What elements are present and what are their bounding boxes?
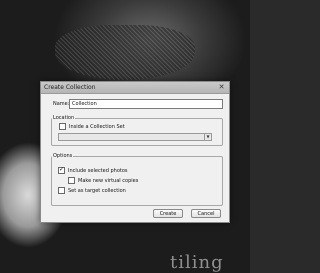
background-photo-beard [55,25,195,80]
chevron-down-icon[interactable]: ▼ [204,134,211,140]
inside-collection-set-label: Inside a Collection Set [69,123,125,130]
set-as-target-row[interactable]: Set as target collection [58,187,126,194]
inside-collection-set-row[interactable]: Inside a Collection Set [59,123,125,130]
dialog-titlebar[interactable]: Create Collection ✕ [41,82,229,94]
set-as-target-checkbox[interactable] [58,187,65,194]
collection-set-select[interactable]: ▼ [58,133,212,141]
make-virtual-copies-row[interactable]: Make new virtual copies [68,177,138,184]
dialog-title: Create Collection [44,84,96,91]
close-icon[interactable]: ✕ [217,83,226,91]
options-group-label: Options [52,153,74,159]
location-group-label: Location [52,115,76,121]
background-photo-text: tiling [170,252,224,273]
cancel-button[interactable]: Cancel [191,209,221,218]
make-virtual-copies-label: Make new virtual copies [78,177,139,184]
create-collection-dialog: Create Collection ✕ Name: Location Insid… [40,81,230,223]
set-as-target-label: Set as target collection [68,187,126,194]
include-selected-photos-row[interactable]: Include selected photos [58,166,128,174]
create-button[interactable]: Create [153,209,183,218]
inside-collection-set-checkbox[interactable] [59,123,66,130]
include-selected-photos-label: Include selected photos [68,167,128,174]
make-virtual-copies-checkbox[interactable] [68,177,75,184]
name-input[interactable] [69,99,223,109]
include-selected-photos-checkbox[interactable] [58,166,65,174]
name-label: Name: [53,101,70,107]
